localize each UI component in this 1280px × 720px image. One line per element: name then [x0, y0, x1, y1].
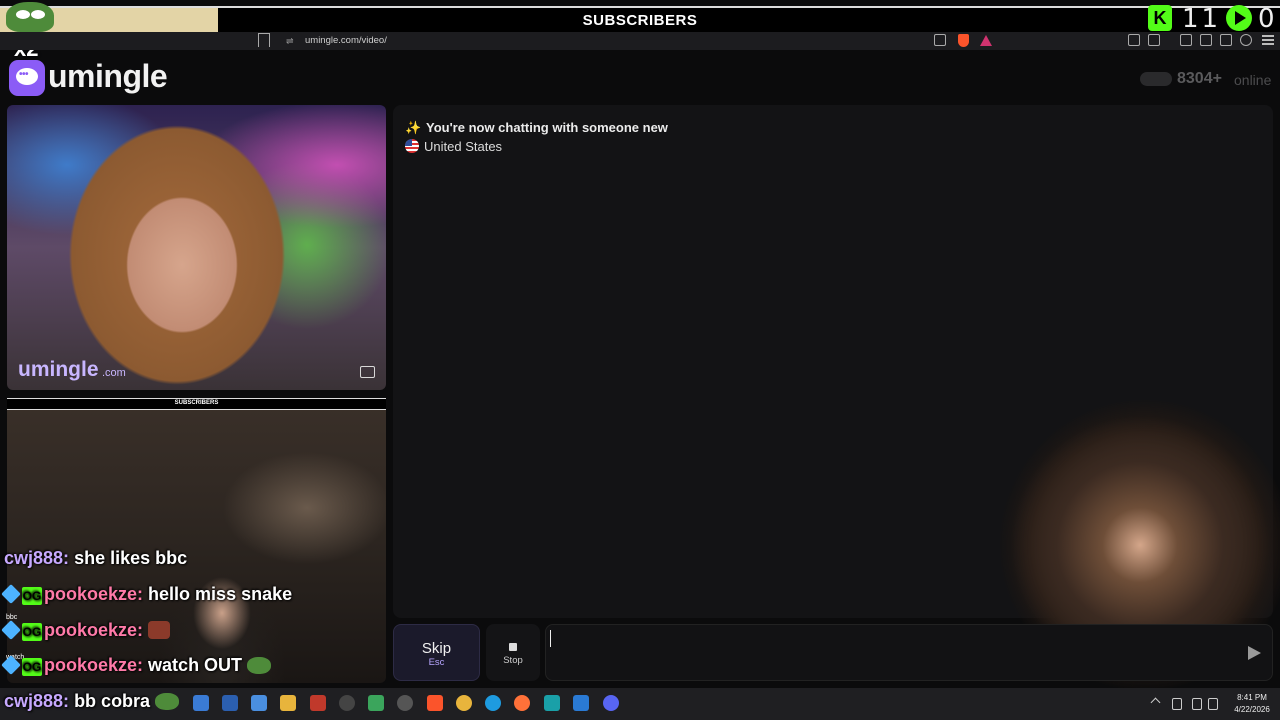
- umingle-logo-text[interactable]: umingle: [48, 58, 168, 95]
- subscribers-banner-title: SUBSCRIBERS: [582, 12, 698, 29]
- chat-username: cwj888:: [4, 691, 70, 711]
- brave-shield-icon[interactable]: [958, 34, 969, 47]
- umingle-logo-icon[interactable]: [9, 60, 45, 96]
- video-watermark-suffix: .com: [102, 367, 126, 379]
- online-count: 8304+: [1177, 70, 1222, 87]
- chat-message: she likes bbc: [74, 548, 188, 568]
- sword-badge-icon: [1, 655, 21, 675]
- stream-chat-line: OG pookoekze:: [1, 620, 171, 641]
- wallet-icon[interactable]: [1148, 34, 1160, 46]
- stream-chat-line: cwj888: she likes bbc: [4, 548, 187, 569]
- og-badge-icon: OG: [22, 587, 42, 605]
- tab-icon[interactable]: [1200, 34, 1212, 46]
- vpn-icon[interactable]: [1240, 34, 1252, 46]
- pepe-emote-icon: [6, 2, 54, 32]
- edge-icon[interactable]: [485, 695, 501, 711]
- sparkle-icon: ✨: [405, 120, 422, 135]
- pepe-emote-icon: [247, 657, 272, 674]
- chat-username: cwj888:: [4, 548, 70, 568]
- play-icon: [1226, 5, 1252, 31]
- pepe-emote-icon: [155, 693, 180, 710]
- stop-button-label[interactable]: Stop: [486, 655, 540, 666]
- chat-username: pookoekze:: [44, 584, 144, 604]
- taskbar-app-icon[interactable]: [310, 695, 326, 711]
- taskbar-app-icon[interactable]: [339, 695, 355, 711]
- secondary-counter: 0: [1258, 4, 1275, 34]
- chat-username: pookoekze:: [44, 655, 144, 675]
- menu-icon[interactable]: [1262, 35, 1274, 45]
- report-flag-icon[interactable]: [360, 366, 375, 378]
- file-explorer-icon[interactable]: [280, 695, 296, 711]
- bookmark-icon[interactable]: [258, 33, 270, 47]
- site-info-icon[interactable]: ⇌: [286, 36, 294, 47]
- arduino-icon[interactable]: [544, 695, 560, 711]
- clock-date[interactable]: 4/22/2026: [1226, 705, 1278, 714]
- chrome-icon[interactable]: [456, 695, 472, 711]
- url-text[interactable]: umingle.com/video/: [305, 35, 387, 46]
- chat-message: bb cobra: [74, 691, 151, 711]
- share-icon[interactable]: [934, 34, 946, 46]
- message-input[interactable]: [545, 624, 1273, 681]
- sidebar-icon[interactable]: [1180, 34, 1192, 46]
- chat-status-message: You're now chatting with someone new: [426, 120, 668, 135]
- clock-time[interactable]: 8:41 PM: [1232, 693, 1272, 702]
- country-label: United States: [424, 139, 503, 154]
- stream-chat-line: OG pookoekze: watch OUT: [1, 655, 272, 676]
- brave-browser-icon[interactable]: [427, 695, 443, 711]
- taskbar-app-icon[interactable]: [222, 695, 238, 711]
- og-badge-icon: OG: [22, 623, 42, 641]
- sword-badge-icon: [1, 584, 21, 604]
- og-badge-icon: OG: [22, 658, 42, 676]
- send-icon[interactable]: [1248, 646, 1261, 660]
- windows-taskbar: [0, 688, 1280, 720]
- skip-button-label[interactable]: Skip: [393, 640, 480, 657]
- face-emote-icon: [148, 621, 171, 639]
- discord-icon[interactable]: [603, 695, 619, 711]
- chat-username: pookoekze:: [44, 620, 144, 640]
- taskbar-app-icon[interactable]: [251, 695, 267, 711]
- sword-badge-icon: [1, 620, 21, 640]
- browser-address-bar[interactable]: [0, 32, 1280, 50]
- firefox-icon[interactable]: [514, 695, 530, 711]
- text-caret: [550, 630, 551, 647]
- self-video-banner-title: SUBSCRIBERS: [174, 400, 219, 406]
- extensions-icon[interactable]: [1128, 34, 1140, 46]
- taskbar-app-icon[interactable]: [368, 695, 384, 711]
- stop-icon[interactable]: [509, 643, 517, 651]
- kick-logo-icon: K: [1148, 5, 1172, 31]
- taskbar-app-icon[interactable]: [397, 695, 413, 711]
- us-flag-icon: [405, 139, 419, 153]
- vscode-icon[interactable]: [573, 695, 589, 711]
- chat-message: hello miss snake: [148, 584, 293, 604]
- online-indicator-toggle: [1140, 72, 1172, 86]
- network-icon[interactable]: [1192, 698, 1202, 710]
- microphone-icon[interactable]: [1172, 698, 1182, 710]
- download-icon[interactable]: [1220, 34, 1232, 46]
- subscriber-counter: 11: [1182, 4, 1222, 34]
- brave-rewards-icon[interactable]: [980, 35, 992, 46]
- skip-shortcut-label: Esc: [428, 657, 445, 668]
- taskbar-app-icon[interactable]: [193, 695, 209, 711]
- video-watermark: umingle: [18, 358, 99, 381]
- stream-chat-line: cwj888: bb cobra: [4, 691, 180, 712]
- stream-chat-line: OG pookoekze: hello miss snake: [1, 584, 293, 605]
- volume-icon[interactable]: [1208, 698, 1218, 710]
- stop-button[interactable]: [486, 624, 540, 681]
- stranger-video: [7, 105, 386, 390]
- online-label: online: [1234, 72, 1272, 88]
- chat-message: watch OUT: [148, 655, 243, 675]
